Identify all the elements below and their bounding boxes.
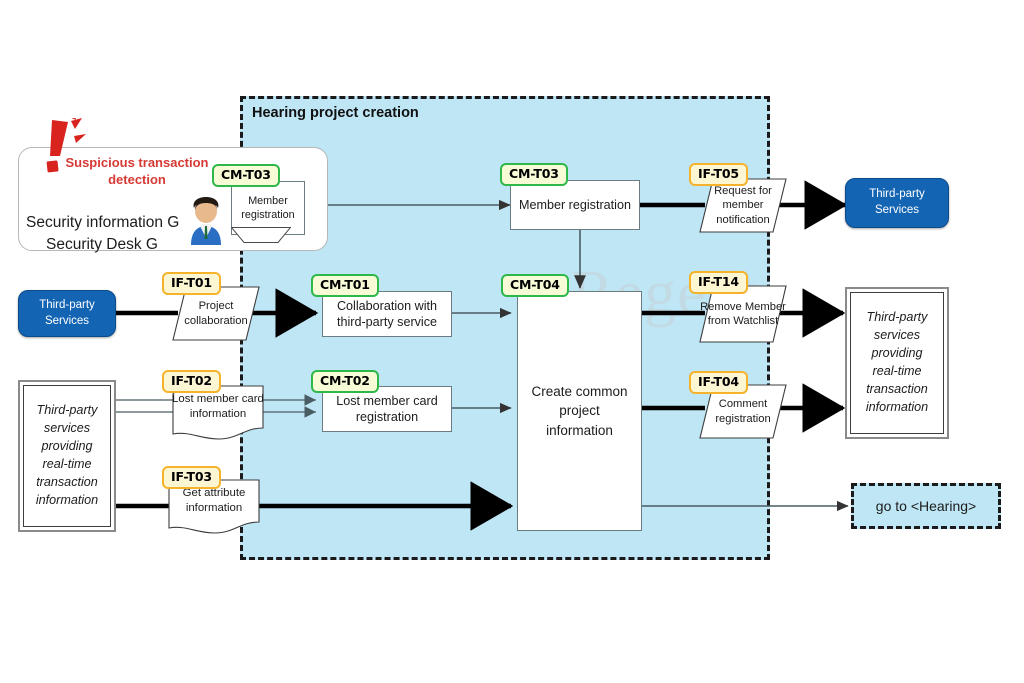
task-member-registration-left-label: Member registration (241, 194, 295, 221)
external-realtime-store-left-label: Third-party services providing real-time… (35, 403, 99, 507)
badge-if-t14[interactable]: IF-T14 (689, 271, 748, 294)
external-third-party-services-left[interactable]: Third-party Services (18, 290, 116, 337)
manual-operation-base-icon (231, 227, 291, 243)
badge-cm-t03-left[interactable]: CM-T03 (212, 164, 280, 187)
task-member-registration-center-label: Member registration (519, 197, 631, 212)
badge-if-t02[interactable]: IF-T02 (162, 370, 221, 393)
interface-request-for-member-notification[interactable]: Request for member notification (699, 178, 787, 233)
external-third-party-services-top[interactable]: Third-party Services (845, 178, 949, 228)
actor-label-line2: Security Desk G (46, 236, 158, 254)
badge-if-t01[interactable]: IF-T01 (162, 272, 221, 295)
task-create-common-project-information-label: Create common project information (531, 383, 628, 438)
actor-group-label: Security information G Security Desk G (26, 212, 180, 257)
business-person-icon (185, 195, 227, 247)
external-realtime-store-right-inner: Third-party services providing real-time… (850, 292, 944, 434)
external-third-party-services-top-label: Third-party Services (869, 188, 925, 216)
badge-if-t03[interactable]: IF-T03 (162, 466, 221, 489)
task-collaboration-third-party-service-label: Collaboration with third-party service (336, 298, 438, 329)
goto-hearing-node[interactable]: go to <Hearing> (851, 483, 1001, 529)
external-third-party-services-left-label: Third-party Services (39, 298, 95, 327)
badge-cm-t03-center[interactable]: CM-T03 (500, 163, 568, 186)
task-collaboration-third-party-service[interactable]: Collaboration with third-party service (322, 291, 452, 337)
task-lost-member-card-registration-label: Lost member card registration (336, 393, 438, 424)
badge-if-t05[interactable]: IF-T05 (689, 163, 748, 186)
badge-cm-t01[interactable]: CM-T01 (311, 274, 379, 297)
diagram-canvas: Regent Hearing project creation Suspicio… (0, 0, 1024, 683)
alert-label: Suspicious transaction detection (62, 155, 212, 189)
badge-cm-t02[interactable]: CM-T02 (311, 370, 379, 393)
task-member-registration-left[interactable]: Member registration (231, 181, 305, 235)
task-lost-member-card-registration[interactable]: Lost member card registration (322, 386, 452, 432)
external-realtime-store-right-label: Third-party services providing real-time… (865, 310, 929, 414)
badge-if-t04[interactable]: IF-T04 (689, 371, 748, 394)
task-member-registration-center[interactable]: Member registration (510, 180, 640, 230)
external-realtime-store-left-inner: Third-party services providing real-time… (23, 385, 111, 527)
external-realtime-store-left[interactable]: Third-party services providing real-time… (18, 380, 116, 532)
goto-hearing-label: go to <Hearing> (875, 498, 977, 514)
badge-cm-t04[interactable]: CM-T04 (501, 274, 569, 297)
actor-label-line1: Security information G (26, 214, 180, 231)
task-create-common-project-information[interactable]: Create common project information (517, 291, 642, 531)
external-realtime-store-right[interactable]: Third-party services providing real-time… (845, 287, 949, 439)
alert-label-text: Suspicious transaction detection (65, 155, 209, 187)
